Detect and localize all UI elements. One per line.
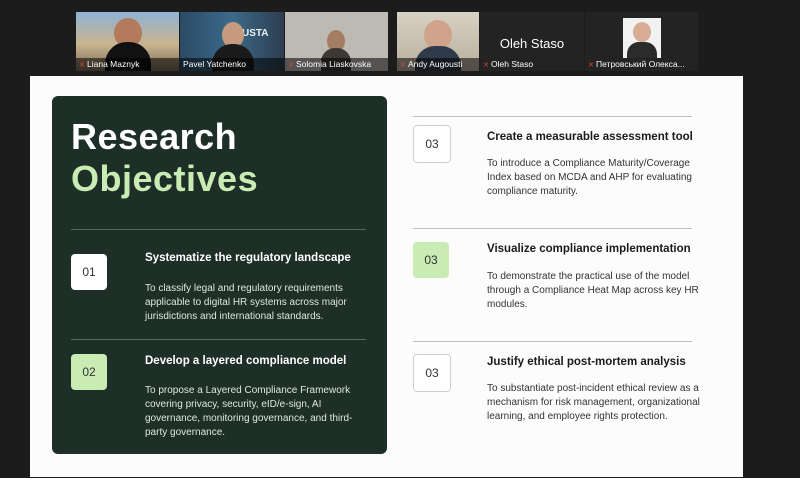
- slide-title-line2: Objectives: [71, 158, 259, 199]
- participant-name: ✕ Solomia Liaskovska: [285, 58, 388, 71]
- objective-number-badge: 03: [413, 125, 451, 163]
- mic-muted-icon: ✕: [288, 62, 294, 69]
- participant-tile[interactable]: ✕ Петровський Олекса...: [585, 12, 698, 71]
- divider: [413, 116, 692, 117]
- avatar-photo: [623, 18, 661, 58]
- participant-name: ✕ Oleh Staso: [483, 59, 534, 69]
- objective-title: Visualize compliance implementation: [487, 243, 691, 255]
- participant-tile[interactable]: Oleh Staso ✕ Oleh Staso: [480, 12, 584, 71]
- participant-tile-active[interactable]: USTA Pavel Yatchenko: [180, 12, 284, 71]
- objective-title: Systematize the regulatory landscape: [145, 252, 351, 264]
- objective-title: Develop a layered compliance model: [145, 355, 347, 367]
- avatar-body: [627, 42, 657, 58]
- slide-title-line1: Research: [71, 116, 238, 157]
- objective-number-badge: 02: [71, 354, 107, 390]
- shared-slide: Research Objectives 01 Systematize the r…: [30, 76, 743, 477]
- divider: [413, 341, 692, 342]
- objectives-panel: Research Objectives 01 Systematize the r…: [52, 96, 387, 454]
- objective-number-badge: 01: [71, 254, 107, 290]
- objective-title: Justify ethical post-mortem analysis: [487, 356, 686, 368]
- objective-description: To classify legal and regulatory require…: [145, 283, 347, 322]
- objective-description: To propose a Layered Compliance Framewor…: [145, 385, 353, 438]
- mic-muted-icon: ✕: [588, 62, 594, 69]
- participant-display-name: Oleh Staso: [499, 36, 565, 51]
- participant-name: ✕ Liana Maznyk: [76, 58, 179, 71]
- divider: [71, 229, 366, 230]
- objective-description: To substantiate post-incident ethical re…: [487, 383, 700, 422]
- divider: [71, 339, 366, 340]
- participant-name: ✕ Петровський Олекса...: [588, 59, 685, 69]
- objective-number-badge: 03: [413, 354, 451, 392]
- objective-number-badge: 03: [413, 242, 449, 278]
- avatar-face: [633, 22, 651, 42]
- participant-name: Pavel Yatchenko: [180, 58, 284, 71]
- participant-tile[interactable]: ✕ Solomia Liaskovska: [285, 12, 388, 71]
- mic-muted-icon: ✕: [79, 62, 85, 69]
- divider: [413, 228, 692, 229]
- mic-muted-icon: ✕: [483, 62, 489, 69]
- background-sign: USTA: [242, 28, 269, 39]
- participant-tile[interactable]: ✕ Andy Augousti: [397, 12, 479, 71]
- objective-title: Create a measurable assessment tool: [487, 131, 693, 143]
- participant-name: ✕ Andy Augousti: [397, 58, 479, 71]
- objective-description: To demonstrate the practical use of the …: [487, 271, 699, 310]
- objective-description: To introduce a Compliance Maturity/Cover…: [487, 158, 692, 197]
- participant-tile[interactable]: ✕ Liana Maznyk: [76, 12, 179, 71]
- mic-muted-icon: ✕: [400, 62, 406, 69]
